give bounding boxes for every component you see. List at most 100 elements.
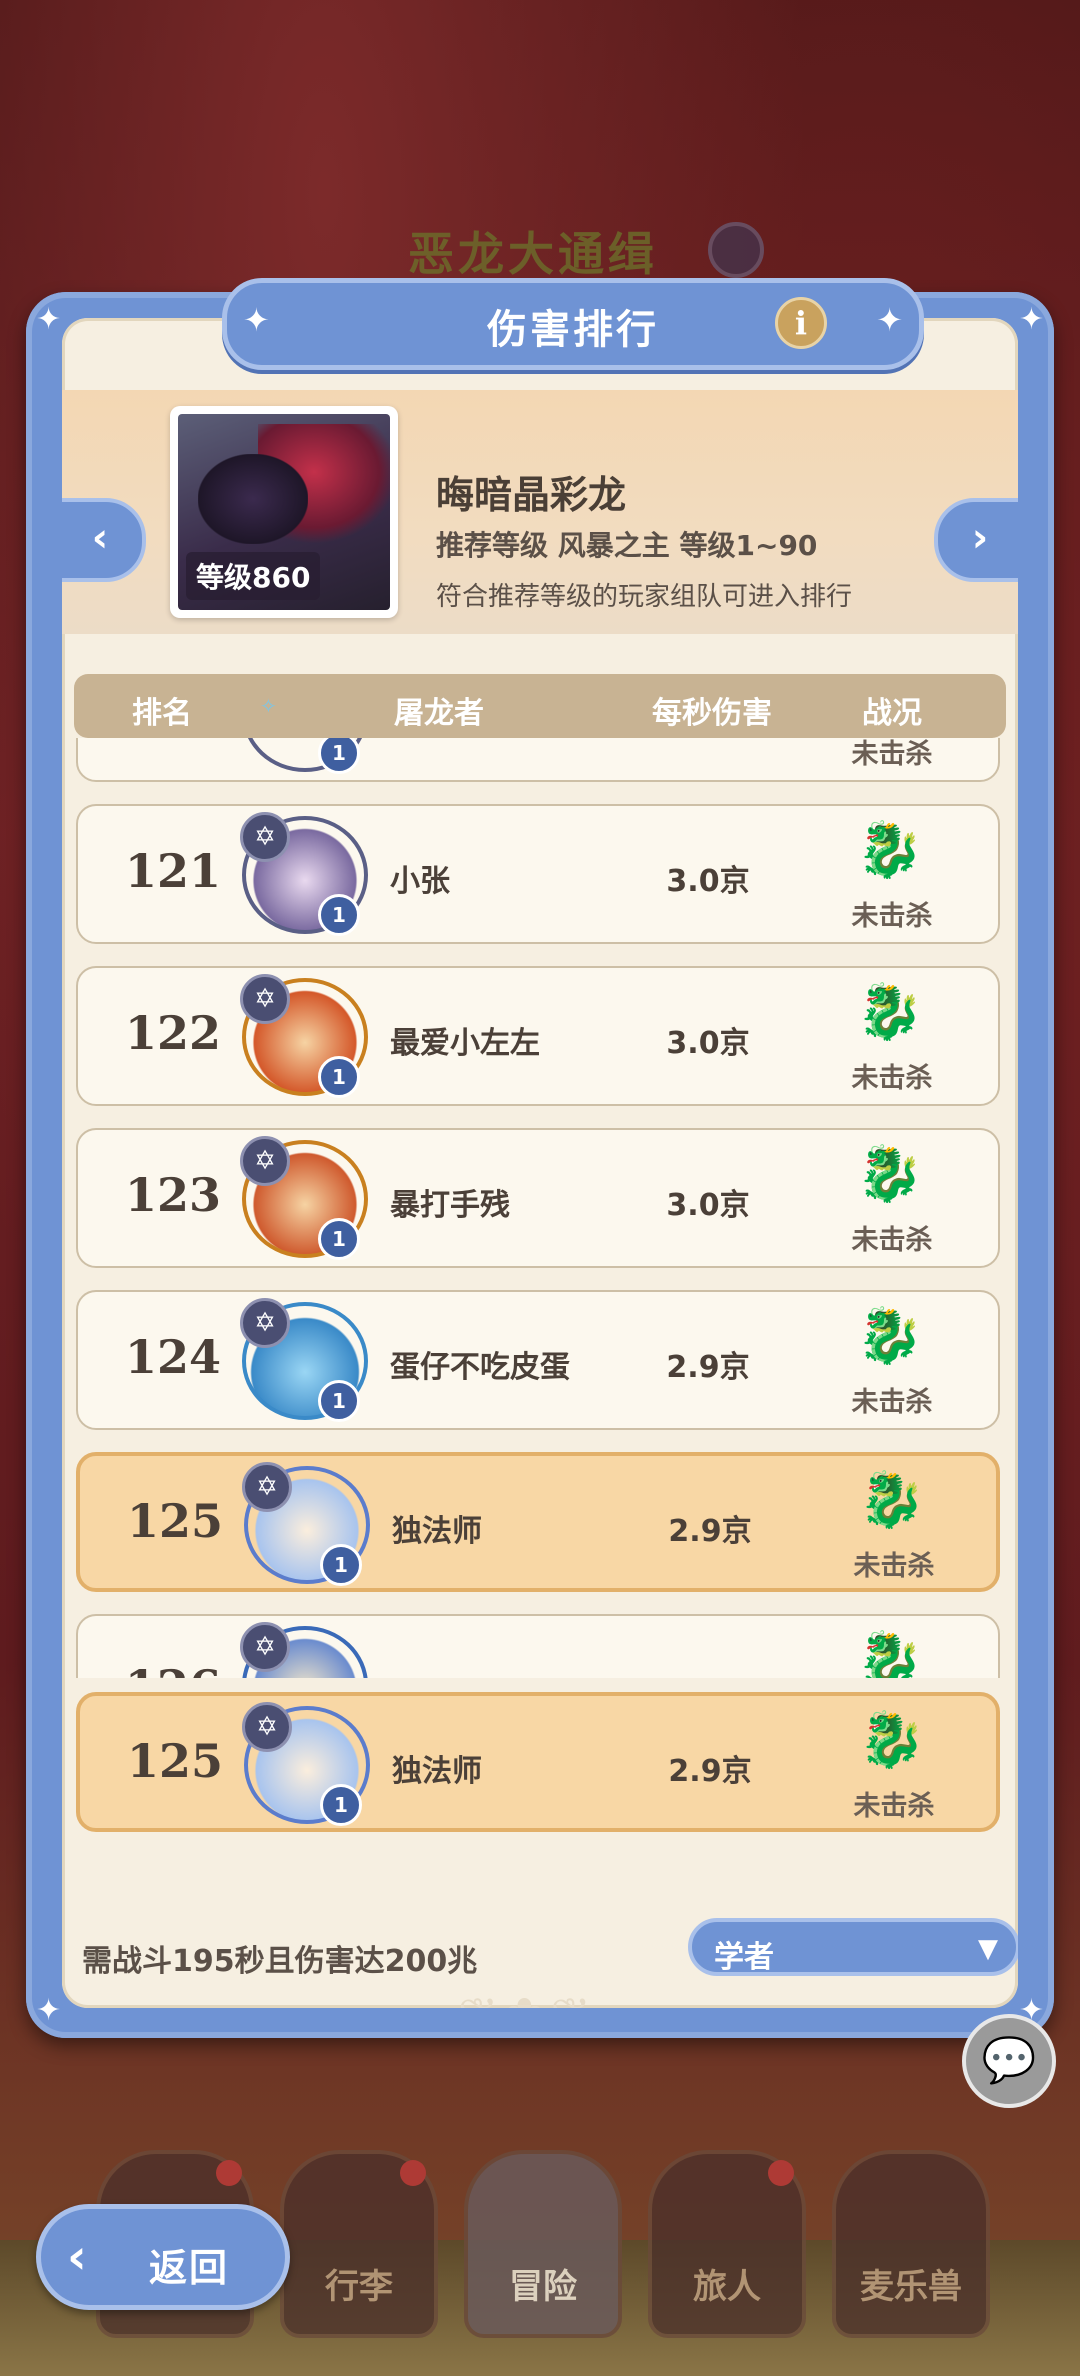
damage-ranking-modal: ✦ ✦ ✦ ✦ 等级860 晦暗晶彩龙 推荐等级 风暴之主 等级1~90 符合推… [26,278,1054,2038]
table-header: 排名 ✧ 屠龙者 每秒伤害 战况 [74,674,1006,738]
dragon-icon: 🐉 [856,1142,924,1205]
avatar-level: 1 [318,894,360,936]
row-status: 未击杀 [851,739,933,770]
player-avatar: ✡ 1 [238,1460,376,1588]
hexagram-badge-icon: ✡ [242,1702,292,1752]
player-avatar: ✡ 1 [236,1296,374,1424]
row-status: 未击杀 [851,1063,933,1094]
row-rank: 122 [124,1006,222,1060]
book-icon [708,222,764,278]
table-row[interactable]: 126 ✡ 🐉 [76,1614,1000,1678]
dragon-icon: 🐉 [858,1708,926,1771]
boss-condition: 符合推荐等级的玩家组队可进入排行 [436,582,853,612]
boss-portrait: 等级860 [170,406,398,618]
row-dps: 3.0京 [666,1026,750,1061]
player-avatar: ✡ 1 [236,1134,374,1262]
modal-panel: 等级860 晦暗晶彩龙 推荐等级 风暴之主 等级1~90 符合推荐等级的玩家组队… [62,318,1018,2008]
corner-star-icon: ✦ [36,1993,62,2028]
chevron-left-icon: ‹ [91,515,109,561]
event-title: 恶龙大通缉 [408,227,658,281]
row-rank: 125 [126,1734,224,1788]
info-icon[interactable]: i [775,297,827,349]
boss-name: 晦暗晶彩龙 [436,473,627,517]
dragon-icon: 🐉 [858,1468,926,1531]
dragon-icon: 🐉 [856,818,924,881]
nav-tab-label: 冒险 [509,2267,577,2307]
corner-star-icon: ✦ [36,302,62,337]
row-name: 独法师 [392,1754,482,1789]
next-boss-button[interactable]: › [934,498,1018,582]
dragon-image: 等级860 [178,414,390,610]
table-row-self[interactable]: 125 ✡ 1 独法师 2.9京 🐉 未击杀 [76,1452,1000,1592]
row-rank: 125 [126,1494,224,1548]
notification-dot [216,2160,242,2186]
row-name: 独法师 [392,1514,482,1549]
back-label: 返回 [149,2246,230,2290]
prev-boss-button[interactable]: ‹ [62,498,146,582]
avatar-level: 1 [318,1218,360,1260]
row-dps: 2.9京 [668,1754,752,1789]
row-status: 未击杀 [851,1387,933,1418]
avatar-level: 1 [320,1544,362,1586]
boss-level-badge: 等级860 [186,552,321,600]
row-name: 蛋仔不吃皮蛋 [390,1350,570,1385]
dragon-icon: 🐉 [856,980,924,1043]
row-dps: 2.9京 [666,1350,750,1385]
player-avatar: 1 [236,738,374,776]
row-rank: 121 [124,844,222,898]
header-status: 战况 [862,696,922,731]
nav-tab-luggage[interactable]: 行李 [280,2150,438,2338]
nav-tab-label: 旅人 [693,2267,761,2307]
hexagram-badge-icon: ✡ [240,974,290,1024]
avatar-level: 1 [318,738,360,774]
self-rank-row[interactable]: 125 ✡ 1 独法师 2.9京 🐉 未击杀 [76,1692,1000,1832]
table-row[interactable]: 1 未击杀 [76,738,1000,782]
row-status: 未击杀 [851,1225,933,1256]
nav-tab-label: 行李 [325,2267,393,2307]
nav-tab-adventure[interactable]: 冒险 [464,2150,622,2338]
row-rank: 123 [124,1168,222,1222]
hexagram-badge-icon: ✡ [240,1136,290,1186]
hexagram-badge-icon: ✡ [242,1462,292,1512]
row-rank: 124 [124,1330,222,1384]
table-row[interactable]: 124 ✡ 1 蛋仔不吃皮蛋 2.9京 🐉 未击杀 [76,1290,1000,1430]
row-status: 未击杀 [853,1551,935,1582]
table-row[interactable]: 123 ✡ 1 暴打手残 3.0京 🐉 未击杀 [76,1128,1000,1268]
modal-title-plate: ✦ 伤害排行 i ✦ [222,278,924,370]
row-dps: 3.0京 [666,1188,750,1223]
row-name: 小张 [390,864,450,899]
header-rank: 排名 [132,696,192,731]
row-status: 未击杀 [853,1791,935,1822]
chevron-right-icon: › [971,515,989,561]
player-avatar: ✡ [236,1620,374,1678]
row-name: 暴打手残 [390,1188,510,1223]
table-row[interactable]: 122 ✡ 1 最爱小左左 3.0京 🐉 未击杀 [76,966,1000,1106]
dragon-icon: 🐉 [856,1628,924,1679]
corner-star-icon: ✦ [1018,302,1044,337]
ornament-icon: ❦✿❦ [458,1988,597,2008]
notification-dot [400,2160,426,2186]
row-status: 未击杀 [851,901,933,932]
caret-down-icon: ▼ [978,1934,998,1964]
hexagram-badge-icon: ✡ [240,1622,290,1672]
row-dps: 2.9京 [668,1514,752,1549]
header-slayer: 屠龙者 [394,696,484,731]
player-avatar: ✡ 1 [238,1700,376,1828]
ranking-list[interactable]: 1 未击杀 121 ✡ 1 小张 3.0京 🐉 未击杀 122 ✡ 1 最爱小左… [62,738,1018,1678]
dragon-icon: 🐉 [856,1304,924,1367]
player-avatar: ✡ 1 [236,810,374,938]
sparkle-icon: ✦ [876,301,903,339]
class-filter-dropdown[interactable]: 学者 ▼ [688,1918,1018,1976]
nav-tab-pet[interactable]: 麦乐兽 [832,2150,990,2338]
avatar-level: 1 [318,1380,360,1422]
player-avatar: ✡ 1 [236,972,374,1100]
chat-bubble-icon: 💬 [981,2035,1037,2086]
avatar-level: 1 [318,1056,360,1098]
chat-button[interactable]: 💬 [962,2014,1056,2108]
back-button[interactable]: ‹ 返回 [36,2204,290,2310]
table-row[interactable]: 121 ✡ 1 小张 3.0京 🐉 未击杀 [76,804,1000,944]
row-rank: 126 [118,1660,228,1678]
boss-recommend: 推荐等级 风暴之主 等级1~90 [436,529,818,562]
nav-tab-traveler[interactable]: 旅人 [648,2150,806,2338]
hexagram-badge-icon: ✡ [240,1298,290,1348]
